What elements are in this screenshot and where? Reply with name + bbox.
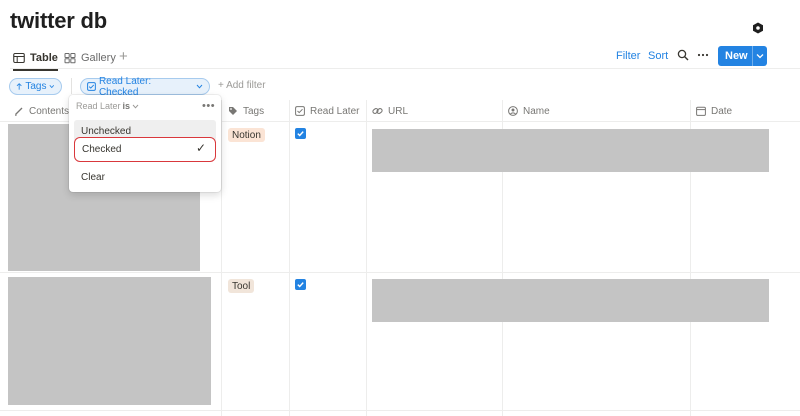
link-icon	[372, 108, 383, 114]
option-clear[interactable]: Clear	[74, 166, 216, 188]
filter-button[interactable]: Filter	[616, 50, 640, 62]
chevron-down-icon	[132, 104, 139, 109]
toolbar-divider	[10, 68, 800, 69]
pencil-icon	[15, 107, 23, 116]
checkbox-icon	[87, 82, 96, 91]
option-unchecked-label: Unchecked	[81, 125, 132, 137]
column-header-date-label: Date	[711, 105, 733, 117]
checkbox-icon	[295, 106, 305, 116]
hexagon-icon[interactable]	[752, 22, 764, 34]
person-icon	[508, 106, 518, 116]
column-header-read-later[interactable]: Read Later	[295, 102, 359, 120]
calendar-icon	[696, 106, 706, 116]
check-icon	[297, 131, 304, 137]
tab-table-label: Table	[30, 52, 58, 64]
table-icon	[13, 52, 25, 64]
more-icon[interactable]	[697, 49, 709, 61]
plus-icon[interactable]: +	[119, 48, 128, 66]
column-header-read-later-label: Read Later	[310, 105, 360, 117]
column-header-contents-label: Contents	[29, 105, 70, 117]
tab-gallery[interactable]: Gallery	[64, 48, 116, 68]
read-later-checkbox[interactable]	[295, 128, 306, 139]
tag-badge[interactable]: Tool	[228, 279, 255, 293]
tab-gallery-label: Gallery	[81, 52, 116, 64]
row-divider	[0, 272, 800, 273]
option-clear-label: Clear	[81, 171, 105, 183]
option-checked[interactable]: Checked ✓	[74, 137, 216, 162]
column-divider	[221, 100, 222, 416]
column-header-tags[interactable]: Tags	[228, 102, 264, 120]
filter-property-label: Read Later	[76, 101, 121, 111]
redacted-url[interactable]	[372, 279, 769, 322]
redacted-url[interactable]	[372, 129, 769, 172]
gallery-icon	[64, 53, 76, 64]
check-icon	[297, 282, 304, 288]
column-header-contents[interactable]: Contents	[14, 102, 69, 120]
sort-button[interactable]: Sort	[648, 50, 668, 62]
tag-icon	[229, 107, 237, 115]
arrow-up-icon	[16, 83, 22, 90]
column-header-name[interactable]: Name	[508, 102, 550, 120]
filter-bar-divider	[71, 78, 72, 94]
chevron-down-icon[interactable]	[753, 53, 767, 59]
column-divider	[289, 100, 290, 416]
checkmark-icon: ✓	[195, 141, 206, 155]
more-icon[interactable]: •••	[202, 100, 215, 112]
tab-table[interactable]: Table	[13, 48, 58, 71]
sort-chip-label: Tags	[25, 81, 47, 92]
column-divider	[366, 100, 367, 416]
filter-condition-selector[interactable]: Read Later is	[76, 101, 139, 111]
column-header-date[interactable]: Date	[696, 102, 732, 120]
redacted-content[interactable]	[8, 277, 211, 405]
column-header-name-label: Name	[523, 105, 550, 117]
read-later-checkbox[interactable]	[295, 279, 306, 290]
read-later-filter-chip[interactable]: Read Later: Checked	[80, 76, 210, 98]
column-header-url[interactable]: URL	[372, 102, 408, 120]
chevron-down-icon	[49, 85, 55, 89]
column-header-tags-label: Tags	[243, 105, 265, 117]
page-title: twitter db	[10, 8, 107, 33]
filter-dropdown-menu: Read Later is ••• Unchecked Checked ✓ Cl…	[69, 95, 221, 192]
row-divider	[0, 410, 800, 411]
option-checked-label: Checked	[82, 144, 122, 155]
tag-badge[interactable]: Notion	[228, 128, 265, 142]
column-header-url-label: URL	[388, 105, 409, 117]
search-icon[interactable]	[677, 49, 689, 61]
filter-operator-label: is	[122, 101, 131, 111]
new-button[interactable]: New	[718, 46, 767, 66]
new-button-label: New	[725, 50, 748, 62]
sort-chip[interactable]: Tags	[9, 78, 62, 95]
chevron-down-icon	[196, 84, 203, 89]
add-filter-button[interactable]: + Add filter	[218, 80, 266, 91]
